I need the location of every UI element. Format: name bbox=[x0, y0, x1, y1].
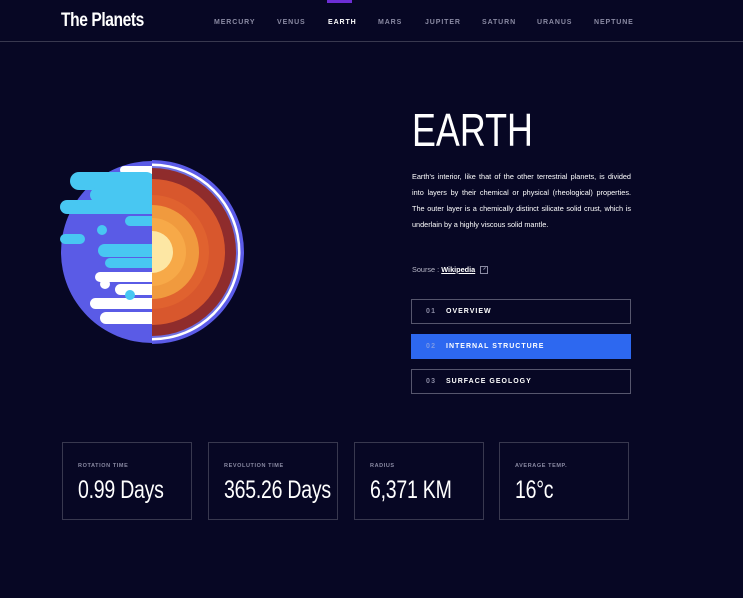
external-link-icon[interactable] bbox=[480, 266, 489, 275]
stat-value: 0.99 Days bbox=[78, 476, 164, 504]
stat-label: AVERAGE TEMP. bbox=[515, 463, 568, 469]
stat-value: 16°c bbox=[515, 476, 554, 504]
nav-earth[interactable]: EARTH bbox=[328, 19, 357, 26]
stat-rotation-time: ROTATION TIME 0.99 Days bbox=[62, 442, 192, 520]
tab-number: 01 bbox=[426, 308, 437, 315]
source-label: Sourse : bbox=[412, 265, 440, 274]
source-link[interactable]: Wikipedia bbox=[441, 265, 475, 274]
tab-number: 03 bbox=[426, 378, 437, 385]
tab-label: SURFACE GEOLOGY bbox=[446, 378, 532, 385]
stat-radius: RADIUS 6,371 KM bbox=[354, 442, 484, 520]
tab-surface-geology[interactable]: 03 SURFACE GEOLOGY bbox=[411, 369, 631, 394]
nav-uranus[interactable]: URANUS bbox=[537, 19, 572, 26]
nav-mars[interactable]: MARS bbox=[378, 19, 402, 26]
stat-label: REVOLUTION TIME bbox=[224, 463, 284, 469]
planet-description: Earth's interior, like that of the other… bbox=[412, 172, 631, 229]
stat-label: ROTATION TIME bbox=[78, 463, 129, 469]
nav-neptune[interactable]: NEPTUNE bbox=[594, 19, 634, 26]
nav-venus[interactable]: VENUS bbox=[277, 19, 306, 26]
site-header: The Planets MERCURY VENUS EARTH MARS JUP… bbox=[0, 0, 743, 42]
tab-overview[interactable]: 01 OVERVIEW bbox=[411, 299, 631, 324]
source-line: Sourse : Wikipedia bbox=[412, 265, 489, 275]
stat-label: RADIUS bbox=[370, 463, 395, 469]
nav-mercury[interactable]: MERCURY bbox=[214, 19, 255, 26]
logo[interactable]: The Planets bbox=[61, 10, 144, 32]
stat-revolution-time: REVOLUTION TIME 365.26 Days bbox=[208, 442, 338, 520]
tab-number: 02 bbox=[426, 343, 437, 350]
tab-internal-structure[interactable]: 02 INTERNAL STRUCTURE bbox=[411, 334, 631, 359]
stat-value: 365.26 Days bbox=[224, 476, 331, 504]
nav-saturn[interactable]: SATURN bbox=[482, 19, 516, 26]
nav-jupiter[interactable]: JUPITER bbox=[425, 19, 461, 26]
nav-active-indicator bbox=[327, 0, 352, 3]
stat-average-temp: AVERAGE TEMP. 16°c bbox=[499, 442, 629, 520]
stat-value: 6,371 KM bbox=[370, 476, 452, 504]
earth-internal-structure-icon bbox=[60, 160, 245, 345]
planet-title: EARTH bbox=[412, 104, 533, 156]
tab-label: INTERNAL STRUCTURE bbox=[446, 343, 545, 350]
tab-label: OVERVIEW bbox=[446, 308, 492, 315]
